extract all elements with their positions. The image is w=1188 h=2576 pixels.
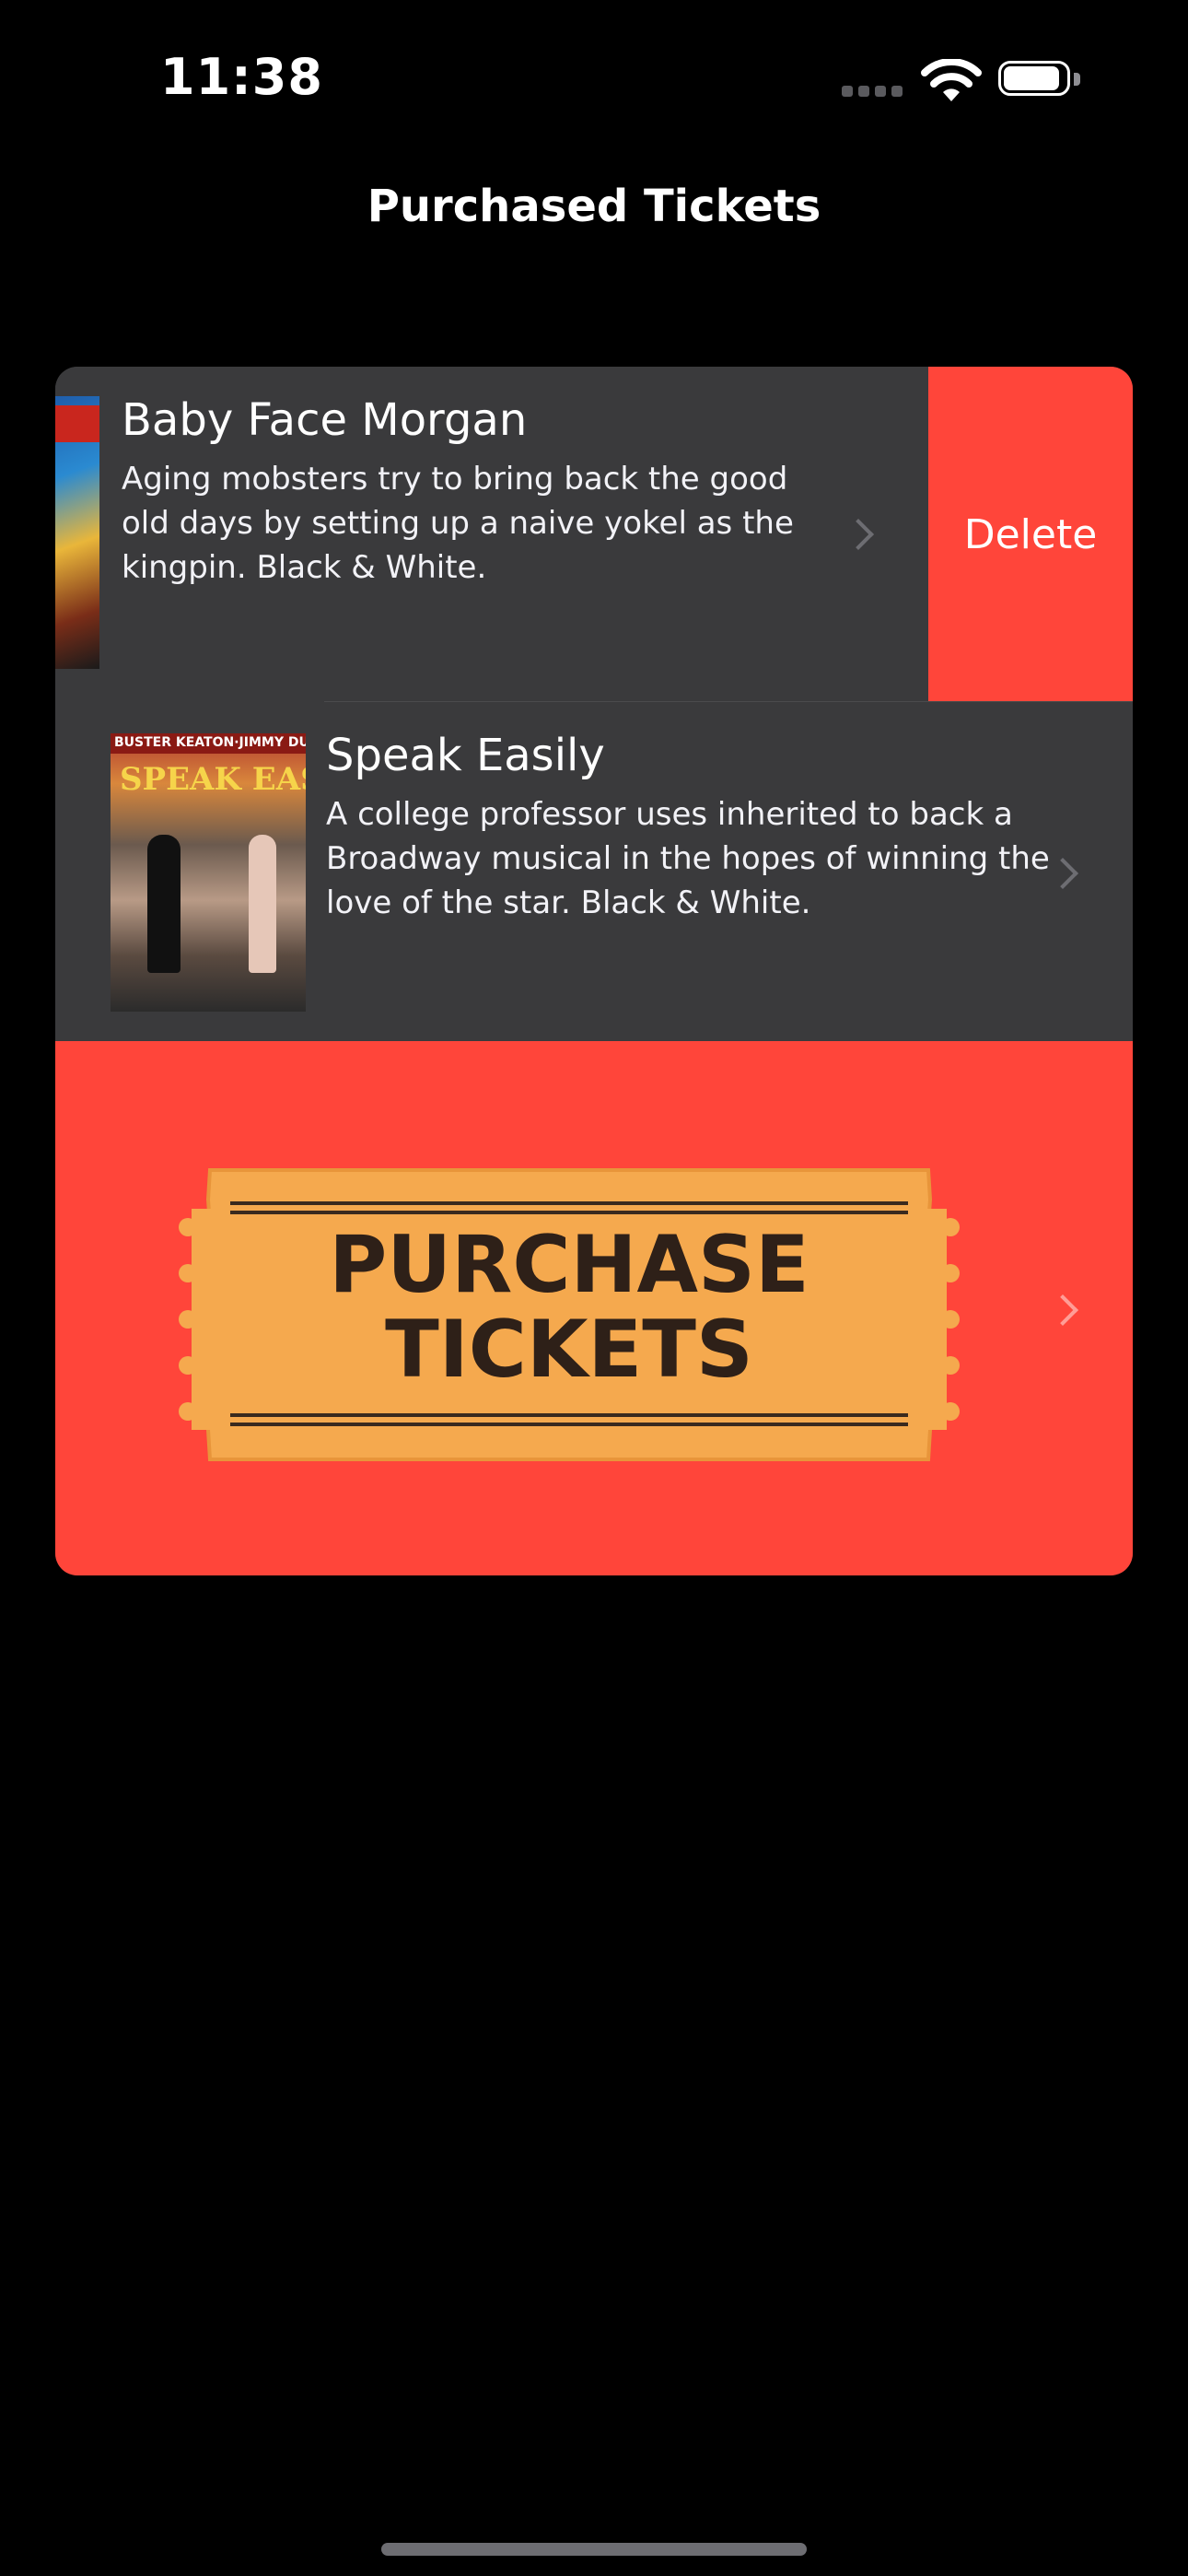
chevron-right-icon — [843, 519, 874, 550]
status-time: 11:38 — [160, 48, 323, 106]
wifi-icon — [921, 59, 982, 101]
tickets-list: Baby Face Morgan Aging mobsters try to b… — [55, 367, 1133, 1575]
ticket-icon: PURCHASE TICKETS — [179, 1168, 960, 1461]
ticket-title: Speak Easily — [326, 730, 605, 781]
ticket-title: Baby Face Morgan — [122, 394, 528, 446]
poster-credits: BUSTER KEATON·JIMMY DURANTE — [114, 735, 306, 750]
poster-title: SPEAK EASILY — [120, 761, 306, 798]
ticket-row-speak-easily[interactable]: BUSTER KEATON·JIMMY DURANTE SPEAK EASILY… — [55, 702, 1133, 1041]
movie-poster-image: BUSTER KEATON·JIMMY DURANTE SPEAK EASILY — [111, 733, 306, 1012]
purchase-tickets-button[interactable]: PURCHASE TICKETS — [55, 1041, 1133, 1575]
home-indicator[interactable] — [381, 2543, 807, 2556]
page-title: Purchased Tickets — [367, 181, 821, 232]
ticket-row-baby-face-morgan[interactable]: Baby Face Morgan Aging mobsters try to b… — [55, 367, 1133, 702]
delete-button[interactable]: Delete — [928, 367, 1133, 702]
movie-poster-image — [55, 396, 99, 669]
purchase-label-line1: PURCHASE — [329, 1219, 809, 1311]
chevron-right-icon — [1047, 1294, 1078, 1326]
purchase-label-line2: TICKETS — [385, 1304, 753, 1396]
cellular-signal-icon — [842, 86, 904, 97]
battery-icon — [998, 61, 1083, 100]
ticket-description: A college professor uses inherited to ba… — [326, 796, 1050, 921]
ticket-description: Aging mobsters try to bring back the goo… — [122, 461, 794, 586]
